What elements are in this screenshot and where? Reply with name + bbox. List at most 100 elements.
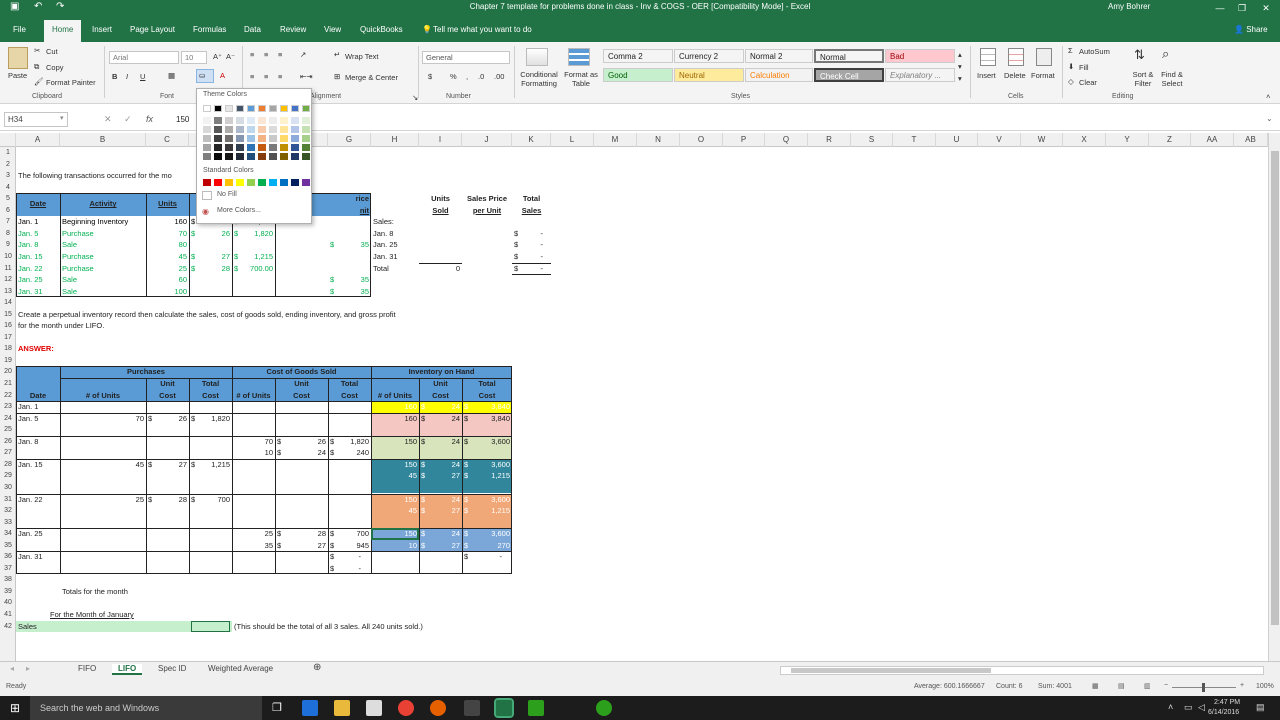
theme-shade-swatch[interactable] [291,153,299,160]
conditional-formatting-button[interactable]: Conditional Formatting [518,70,560,88]
sheet-tab-weighted-average[interactable]: Weighted Average [208,664,273,673]
theme-shade-swatch[interactable] [291,126,299,133]
theme-shade-swatch[interactable] [258,144,266,151]
tab-review[interactable]: Review [280,25,306,34]
theme-swatch[interactable] [258,105,266,112]
cell-style-good[interactable]: Good [603,68,673,82]
name-box[interactable]: H34 [4,112,68,127]
theme-swatch[interactable] [280,105,288,112]
theme-shade-swatch[interactable] [214,144,222,151]
expand-formula-bar-icon[interactable]: ⌄ [1266,114,1273,123]
cell-style-bad[interactable]: Bad [885,49,955,63]
theme-swatch[interactable] [203,105,211,112]
decrease-decimal-icon[interactable]: .00 [494,72,504,81]
theme-shade-swatch[interactable] [236,153,244,160]
cell-style-neutral[interactable]: Neutral [674,68,744,82]
cut-button[interactable]: Cut [46,47,58,56]
vertical-scrollbar[interactable] [1268,133,1280,661]
page-break-view-icon[interactable]: ▥ [1144,682,1151,690]
standard-color-swatches[interactable] [203,179,310,189]
chrome-icon[interactable] [398,700,414,716]
share-button[interactable]: 👤 Share [1234,25,1268,34]
theme-shade-swatch[interactable] [236,126,244,133]
minimize-button[interactable]: — [1210,0,1230,16]
no-fill-option[interactable]: No Fill [217,191,237,198]
network-icon[interactable]: ▭ [1184,702,1193,713]
formula-input[interactable]: 150 [176,115,189,124]
cell-style-normal[interactable]: Normal [814,49,884,63]
tell-me-input[interactable]: Tell me what you want to do [433,25,532,34]
theme-shade-swatch[interactable] [302,153,310,160]
tab-page-layout[interactable]: Page Layout [130,25,175,34]
insert-cells-icon[interactable] [980,48,996,66]
clock-time[interactable]: 2:47 PM [1214,699,1240,706]
bold-icon[interactable]: B [112,72,117,81]
theme-shade-swatch[interactable] [225,144,233,151]
fill-button[interactable]: Fill [1079,63,1089,72]
wrap-text-icon[interactable]: ↵ [334,50,340,59]
horizontal-scroll-thumb[interactable] [791,668,991,673]
theme-shade-swatch[interactable] [214,153,222,160]
standard-swatch[interactable] [236,179,244,186]
theme-swatch[interactable] [269,105,277,112]
tab-home[interactable]: Home [44,20,82,42]
edge-icon[interactable] [302,700,318,716]
windows-start-icon[interactable]: ⊞ [10,701,20,715]
theme-shade-swatch[interactable] [269,117,277,124]
vertical-scroll-thumb[interactable] [1271,151,1279,625]
theme-shade-swatch[interactable] [291,135,299,142]
calculator-icon[interactable] [464,700,480,716]
theme-shade-swatch[interactable] [280,144,288,151]
clock-date[interactable]: 6/14/2016 [1208,709,1239,716]
percent-icon[interactable]: % [450,72,457,81]
theme-shade-swatch[interactable] [280,135,288,142]
fill-icon[interactable]: ⬇ [1068,62,1074,71]
theme-shade-swatch[interactable] [236,144,244,151]
underline-icon[interactable]: U [140,72,145,81]
sheet-tab-fifo[interactable]: FIFO [78,664,96,673]
tab-file[interactable]: File [13,25,26,34]
theme-shade-swatch[interactable] [247,126,255,133]
worksheet-grid[interactable]: ABCDEFGHIJKLMNOPQRSTUVWXYZAAAB 123456789… [0,133,1268,661]
firefox-icon[interactable] [430,700,446,716]
autosum-button[interactable]: AutoSum [1079,47,1110,56]
find-select-button[interactable]: Find & Select [1155,70,1189,88]
grow-font-icon[interactable]: A⁺ [213,52,222,61]
theme-swatch[interactable] [225,105,233,112]
app-icon[interactable] [596,700,612,716]
cancel-entry-icon[interactable]: ✕ [104,114,112,125]
copy-button[interactable]: Copy [46,63,64,72]
orientation-icon[interactable]: ↗ [300,50,306,59]
theme-swatch[interactable] [291,105,299,112]
cell-area[interactable]: The following transactions occurred for … [0,133,1268,661]
excel-icon[interactable] [494,698,514,718]
sheet-tab-spec-id[interactable]: Spec ID [158,664,186,673]
sort-filter-icon[interactable]: ⇅ [1134,47,1145,63]
border-icon[interactable]: ▦ [168,71,175,80]
insert-cells-button[interactable]: Insert [977,71,996,80]
theme-shade-swatch[interactable] [247,135,255,142]
theme-shade-swatch[interactable] [214,126,222,133]
theme-shade-swatch[interactable] [258,135,266,142]
volume-icon[interactable]: ◁ [1198,702,1205,713]
font-name-select[interactable]: Arial [109,51,179,64]
conditional-formatting-icon[interactable] [526,48,548,66]
tab-formulas[interactable]: Formulas [193,25,226,34]
theme-shade-swatch[interactable] [225,153,233,160]
theme-shade-swatch[interactable] [302,144,310,151]
theme-shade-swatch[interactable] [203,135,211,142]
theme-shade-swatch[interactable] [225,135,233,142]
shrink-font-icon[interactable]: A⁻ [226,52,235,61]
tab-quickbooks[interactable]: QuickBooks [360,25,403,34]
autosum-icon[interactable]: Σ [1068,46,1073,55]
comma-icon[interactable]: , [466,72,468,81]
standard-swatch[interactable] [203,179,211,186]
standard-swatch[interactable] [258,179,266,186]
collapse-ribbon-icon[interactable]: ˄ [1266,92,1270,101]
merge-icon[interactable]: ⊞ [334,72,340,81]
task-view-icon[interactable]: ❐ [272,701,282,714]
cell-style-check-cell[interactable]: Check Cell [814,68,884,82]
cell-style-normal-2[interactable]: Normal 2 [745,49,813,63]
theme-shade-swatch[interactable] [280,126,288,133]
align-left-icon[interactable]: ≡ [250,72,254,81]
